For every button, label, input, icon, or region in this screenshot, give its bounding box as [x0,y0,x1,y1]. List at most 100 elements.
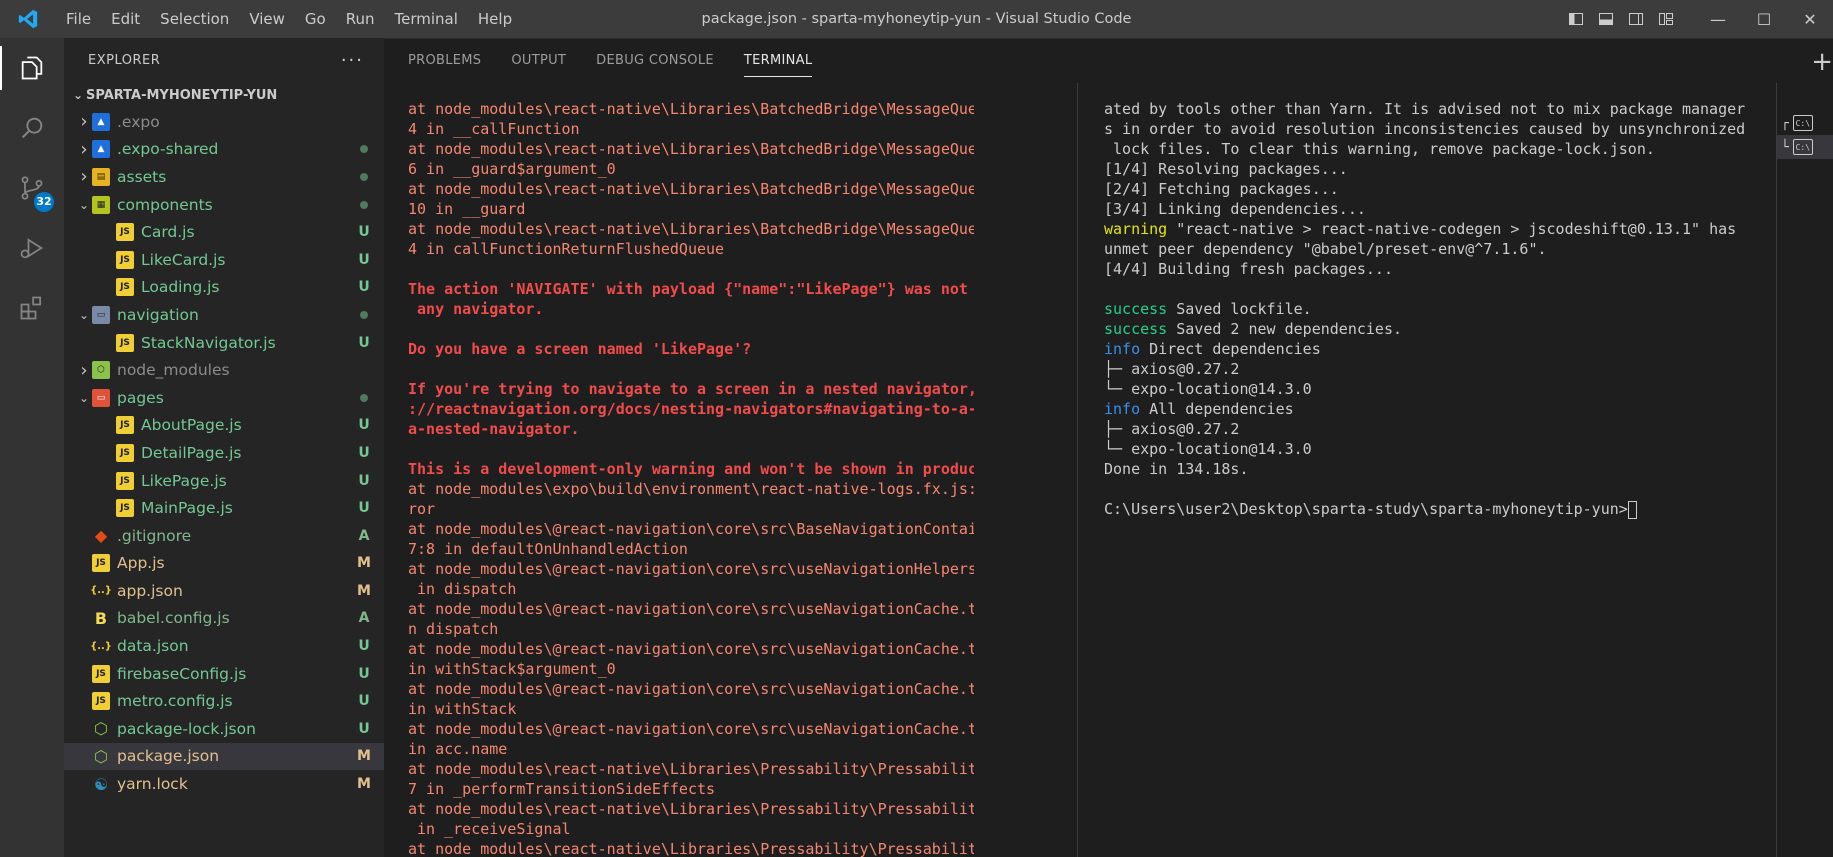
explorer-title: EXPLORER [88,52,161,68]
terminal-line: at node_modules\react-native\Libraries\P… [408,760,974,778]
tree-folder[interactable]: › ▲ .expo [64,108,384,136]
menu-edit[interactable]: Edit [101,0,150,38]
tree-file[interactable]: ☯ yarn.lock M [64,770,384,798]
tree-branch-icon: └ [1781,139,1789,155]
terminal-text: ated by tools other than Yarn. It is adv… [1104,100,1746,118]
run-debug-icon[interactable] [0,218,64,278]
tree-file[interactable]: JS LikeCard.js U [64,246,384,274]
tree-file[interactable]: {..} app.json M [64,577,384,605]
terminal-left[interactable]: at node_modules\react-native\Libraries\B… [408,99,974,857]
tab-output[interactable]: OUTPUT [511,39,566,83]
toggle-secondary-sidebar-icon[interactable] [1621,0,1651,38]
terminal-text: warning [1104,220,1168,238]
menu-help[interactable]: Help [468,0,522,38]
terminal-list-item[interactable]: └ C:\ [1777,135,1833,159]
terminal-line: at node_modules\react-native\Libraries\B… [408,220,974,238]
terminal-line: If you're trying to navigate to a screen… [408,380,974,398]
tree-folder[interactable]: ⌄ ▦ components [64,191,384,219]
cmd-terminal-icon: C:\ [1792,115,1813,131]
terminal-line: at node_modules\react-native\Libraries\B… [408,100,974,118]
tab-terminal[interactable]: TERMINAL [743,39,813,83]
tree-file[interactable]: JS Loading.js U [64,274,384,302]
menu-run[interactable]: Run [336,0,385,38]
terminal-text: info [1104,340,1141,358]
explorer-icon[interactable] [0,38,64,98]
tree-file[interactable]: JS StackNavigator.js U [64,329,384,357]
tree-item-label: DetailPage.js [141,443,242,462]
terminal-right[interactable]: ated by tools other than Yarn. It is adv… [1104,99,1754,519]
tree-file[interactable]: JS firebaseConfig.js U [64,660,384,688]
close-button[interactable]: ✕ [1787,0,1833,38]
tab-debug-console[interactable]: DEBUG CONSOLE [596,39,714,83]
tree-file[interactable]: JS LikePage.js U [64,467,384,495]
chevron-down-icon: ⌄ [72,88,84,102]
terminal-text: Saved 2 new dependencies. [1167,320,1403,338]
minimize-button[interactable]: — [1695,0,1741,38]
terminal-line: 7:8 in defaultOnUnhandledAction [408,540,688,558]
tree-item-label: package.json [117,747,220,766]
git-status-dot [344,141,384,157]
tree-folder[interactable]: › ▤ assets [64,163,384,191]
tree-file[interactable]: {..} data.json U [64,632,384,660]
terminal-line: in withStack [408,700,517,718]
terminal-split-divider[interactable] [1077,83,1078,857]
terminal-text: "react-native > react-native-codegen > j… [1167,220,1737,238]
tree-item-label: yarn.lock [117,775,188,794]
more-actions-icon[interactable]: ··· [341,50,364,71]
tree-file[interactable]: ⬡ package.json M [64,742,384,771]
tree-item-label: .gitignore [117,526,192,545]
tree-folder[interactable]: ⌄ ▭ navigation [64,301,384,329]
git-status-badge: U [358,224,370,241]
extensions-icon[interactable] [0,278,64,338]
source-control-badge: 32 [34,192,54,212]
tree-file[interactable]: JS Card.js U [64,218,384,246]
terminal-line: [3/4] Linking dependencies... [1104,199,1754,219]
tree-item-label: StackNavigator.js [141,333,276,352]
tree-file[interactable]: ◆ .gitignore A [64,522,384,550]
terminal-text: [1/4] Resolving packages... [1104,160,1348,178]
menu-view[interactable]: View [239,0,295,38]
tree-folder[interactable]: ⌄ ▭ pages [64,384,384,412]
tree-file[interactable]: Bbabel.config.js A [64,605,384,633]
chevron-right-icon: › [80,166,88,188]
menu-selection[interactable]: Selection [150,0,239,38]
terminal-text: Direct dependencies [1140,340,1321,358]
terminal-line: info Direct dependencies [1104,339,1754,359]
terminal-text: success [1104,300,1168,318]
navigation-folder-icon: ▭ [92,305,110,324]
terminal-list-item[interactable]: ┌ C:\ [1777,111,1833,135]
search-icon[interactable] [0,98,64,158]
tree-item-label: App.js [117,554,165,573]
tree-file[interactable]: JS DetailPage.js U [64,439,384,467]
menu-terminal[interactable]: Terminal [385,0,468,38]
tree-folder[interactable]: › ⬡ node_modules [64,356,384,384]
terminal-text: ├─ axios@0.27.2 [1104,360,1240,378]
tree-folder[interactable]: › ▲ .expo-shared [64,136,384,164]
tab-problems[interactable]: PROBLEMS [408,39,481,83]
menu-go[interactable]: Go [295,0,336,38]
terminal-line: 4 in __callFunction [408,120,580,138]
status-dot-icon [360,310,368,319]
tree-file[interactable]: ⬡ package-lock.json U [64,715,384,743]
workspace-root[interactable]: ⌄ SPARTA-MYHONEYTIP-YUN [64,82,384,108]
terminal-line: The action 'NAVIGATE' with payload {"nam… [408,280,968,298]
customize-layout-icon[interactable] [1651,0,1681,38]
node-folder-icon: ⬡ [92,361,110,380]
activity-bar: 32 [0,38,64,857]
panel-tabs: PROBLEMS OUTPUT DEBUG CONSOLE TERMINAL + [384,39,1833,83]
tree-file[interactable]: JS App.js M [64,550,384,578]
menu-file[interactable]: File [56,0,101,38]
toggle-panel-icon[interactable] [1591,0,1621,38]
source-control-icon[interactable]: 32 [0,158,64,218]
tree-file[interactable]: JS metro.config.js U [64,687,384,715]
tree-file[interactable]: JS AboutPage.js U [64,412,384,440]
npm-json-icon: ⬡ [94,746,108,766]
git-status-badge: U [358,279,370,296]
tree-file[interactable]: JS MainPage.js U [64,494,384,522]
new-terminal-button[interactable]: + [1811,47,1833,77]
title-bar: File Edit Selection View Go Run Terminal… [0,0,1833,38]
shell-prompt: C:\Users\user2\Desktop\sparta-study\spar… [1104,500,1628,518]
toggle-primary-sidebar-icon[interactable] [1561,0,1591,38]
maximize-button[interactable]: ☐ [1741,0,1787,38]
